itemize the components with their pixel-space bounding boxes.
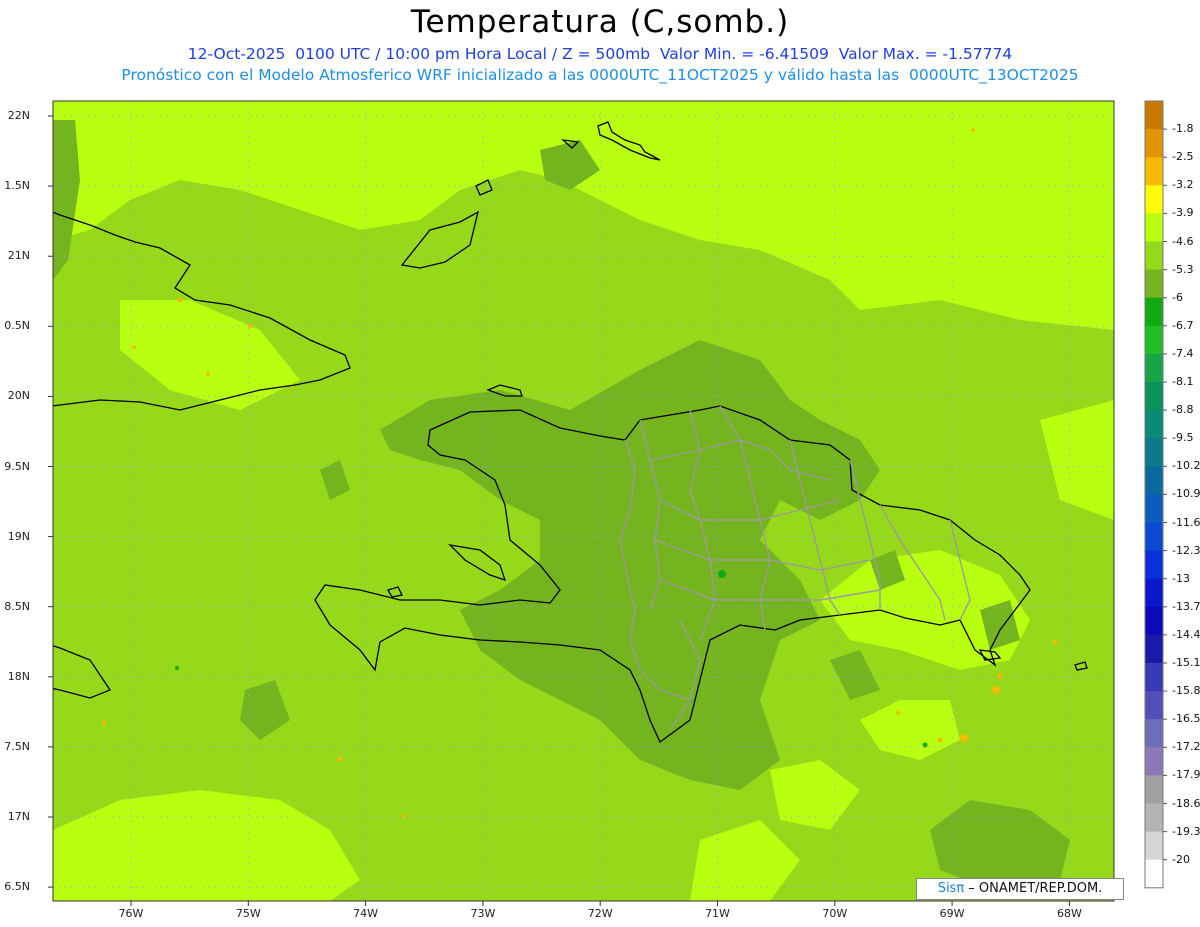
colorbar-swatch — [1145, 129, 1163, 158]
lon-label: 76W — [118, 907, 144, 920]
colorbar-label: -12.3 — [1172, 543, 1200, 557]
colorbar-swatch — [1145, 325, 1163, 355]
colorbar-swatch — [1145, 438, 1163, 467]
colorbar-swatch — [1145, 101, 1163, 130]
colorbar-label: -5.3 — [1172, 262, 1194, 276]
colorbar-swatch — [1145, 382, 1163, 411]
colorbar-swatch — [1145, 578, 1163, 608]
colorbar-label: -10.2 — [1172, 459, 1200, 473]
colorbar-label: -1.8 — [1172, 122, 1194, 136]
temperature-map — [48, 100, 1167, 906]
colorbar-swatch — [1145, 803, 1163, 833]
colorbar-label: -11.6 — [1172, 515, 1200, 529]
lat-label: 6.5N — [4, 880, 30, 894]
colorbar-label: -6.7 — [1172, 318, 1194, 332]
colorbar-swatch — [1145, 410, 1163, 439]
lon-label: 72W — [587, 907, 613, 920]
lon-label: 68W — [1056, 907, 1082, 920]
colorbar-label: -15.8 — [1172, 684, 1200, 698]
colorbar-swatch — [1145, 185, 1163, 214]
colorbar-label: -15.1 — [1172, 656, 1200, 669]
colorbar-label: -14.4 — [1172, 627, 1200, 641]
lon-label: 69W — [939, 907, 965, 920]
colorbar-swatch — [1145, 831, 1163, 861]
colorbar-label: -19.3 — [1172, 824, 1200, 838]
colorbar-label: -3.9 — [1172, 206, 1194, 220]
colorbar-swatch — [1145, 606, 1163, 636]
colorbar-label: -18.6 — [1172, 796, 1200, 810]
colorbar-swatch — [1145, 522, 1163, 552]
temperature-field — [53, 101, 1114, 901]
lat-label: 9.5N — [4, 459, 30, 473]
lon-label: 74W — [353, 907, 379, 920]
colorbar-swatch — [1145, 241, 1163, 271]
colorbar-swatch — [1145, 747, 1163, 776]
colorbar-swatch — [1145, 466, 1163, 495]
colorbar-label: -17.2 — [1172, 740, 1200, 754]
lon-label: 70W — [822, 907, 848, 920]
colorbar-label: -2.5 — [1172, 150, 1194, 164]
lat-label: 8.5N — [4, 599, 30, 613]
colorbar-label: -6 — [1172, 290, 1183, 304]
colorbar-swatch — [1145, 157, 1163, 186]
lat-label: 17N — [7, 810, 30, 823]
sispi-logo-text: Sisπ — [937, 881, 965, 896]
colorbar-label: -10.9 — [1172, 487, 1200, 501]
colorbar-label: -8.8 — [1172, 403, 1194, 417]
colorbar-label: -13.7 — [1172, 599, 1200, 613]
colorbar-swatch — [1145, 775, 1163, 804]
lat-label: 19N — [7, 529, 30, 543]
credit-box: Sisπ – ONAMET/REP.DOM. — [916, 878, 1124, 900]
lat-label: 18N — [7, 669, 30, 683]
credit-org: – ONAMET/REP.DOM. — [964, 881, 1103, 896]
colorbar-label: -7.4 — [1172, 346, 1194, 360]
colorbar-swatch — [1145, 663, 1163, 692]
colorbar-label: -17.9 — [1172, 768, 1200, 782]
colorbar-label: -3.2 — [1172, 178, 1194, 192]
colorbar-swatch — [1145, 691, 1163, 720]
colorbar-swatch — [1145, 719, 1163, 748]
lon-label: 71W — [705, 907, 730, 920]
colorbar-label: -20 — [1172, 852, 1190, 866]
colorbar-swatch — [1145, 550, 1163, 580]
lat-label: 22N — [7, 109, 30, 122]
lat-label: 1.5N — [4, 179, 30, 193]
colorbar-label: -9.5 — [1172, 431, 1194, 445]
colorbar-swatch — [1145, 297, 1163, 327]
colorbar-swatch — [1145, 634, 1163, 664]
colorbar-label: -13 — [1172, 571, 1190, 585]
lat-label: 20N — [7, 389, 30, 403]
colorbar-swatch — [1145, 859, 1163, 889]
colorbar — [1144, 100, 1167, 889]
colorbar-label: -8.1 — [1172, 375, 1194, 388]
colorbar-swatch — [1145, 494, 1163, 523]
lat-label: 0.5N — [4, 319, 30, 333]
lat-label: 7.5N — [4, 739, 30, 753]
colorbar-label: -4.6 — [1172, 234, 1194, 248]
colorbar-label: -16.5 — [1172, 712, 1200, 726]
lon-label: 75W — [235, 907, 261, 920]
colorbar-swatch — [1145, 353, 1163, 383]
colorbar-swatch — [1145, 213, 1163, 242]
lat-label: 21N — [7, 249, 30, 263]
lon-label: 73W — [470, 907, 496, 920]
colorbar-swatch — [1145, 269, 1163, 299]
